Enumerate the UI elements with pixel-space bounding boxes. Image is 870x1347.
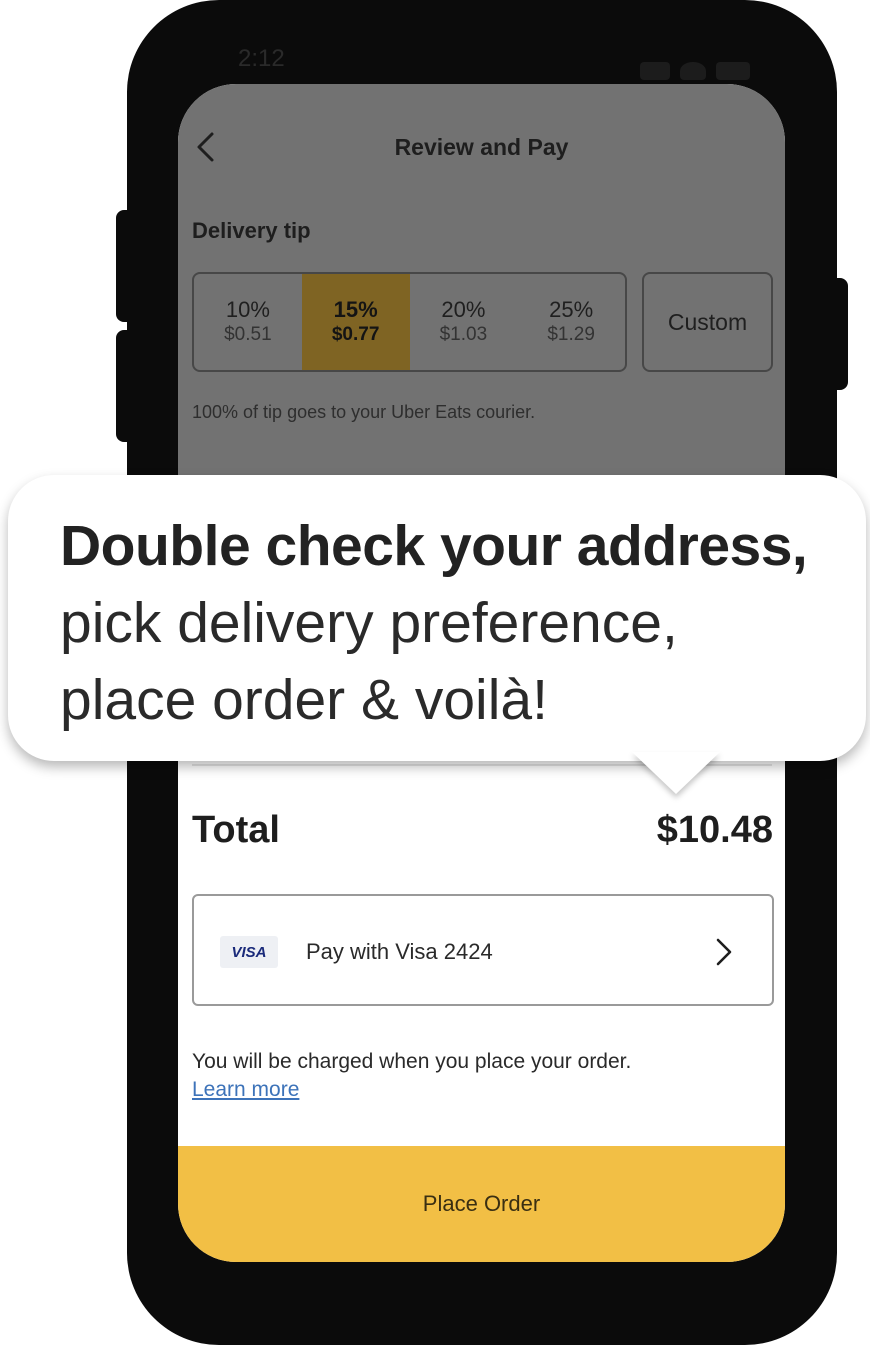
wifi-icon [680, 62, 706, 80]
payment-label: Pay with Visa 2424 [306, 939, 493, 964]
place-order-button[interactable]: Place Order [178, 1146, 785, 1262]
delivery-tip-title: Delivery tip [192, 218, 311, 243]
total-label: Total [192, 809, 280, 851]
callout-line: place order & voilà! [60, 668, 548, 732]
callout-headline: Double check your address, [60, 514, 808, 578]
tip-option-25[interactable]: 25% $1.29 [517, 274, 625, 370]
tip-amount: $0.77 [331, 324, 380, 345]
tip-percent: 15% [333, 297, 378, 322]
signal-icon [640, 62, 670, 80]
tip-amount: $1.03 [439, 324, 488, 345]
custom-tip-button[interactable]: Custom [642, 272, 773, 372]
tip-percent: 10% [225, 297, 270, 322]
tip-option-15[interactable]: 15% $0.77 [301, 274, 410, 370]
payment-method-button[interactable]: VISA Pay with Visa 2424 [192, 894, 774, 1006]
charge-note: You will be charged when you place your … [192, 1050, 632, 1073]
status-icons [640, 62, 750, 80]
tip-percent: 25% [549, 297, 594, 322]
total-value: $10.48 [656, 809, 773, 851]
callout-tail [632, 752, 720, 794]
tip-options: 10% $0.51 15% $0.77 20% $1.03 25% $1.29 [192, 272, 627, 372]
battery-icon [716, 62, 750, 80]
tip-note: 100% of tip goes to your Uber Eats couri… [192, 402, 536, 422]
tip-amount: $1.29 [547, 324, 595, 345]
learn-more-link[interactable]: Learn more [192, 1078, 299, 1102]
tip-option-10[interactable]: 10% $0.51 [194, 274, 302, 370]
tip-amount: $0.51 [224, 324, 272, 345]
visa-icon: VISA [220, 936, 278, 968]
tip-option-20[interactable]: 20% $1.03 [410, 274, 518, 370]
callout-line: pick delivery preference, [60, 591, 678, 655]
tip-percent: 20% [441, 297, 486, 322]
page-title: Review and Pay [394, 134, 569, 160]
status-time: 2:12 [238, 45, 285, 72]
chevron-right-icon [716, 938, 732, 966]
